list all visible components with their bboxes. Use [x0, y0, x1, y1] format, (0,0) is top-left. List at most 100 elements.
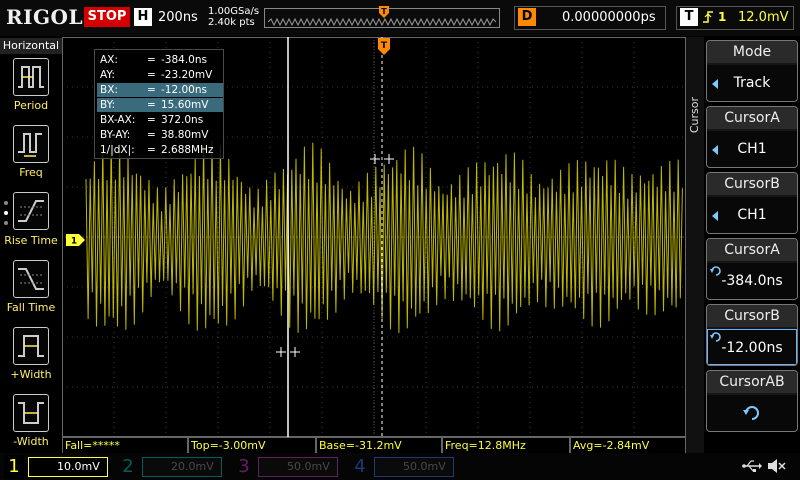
cursor-readout-eq: =	[147, 84, 156, 96]
cursor-readout-eq: =	[147, 54, 156, 66]
cursor-readout-value: 15.60mV	[161, 99, 209, 111]
cursor-readout-key: 1/|dX|:	[100, 144, 135, 156]
trigger-level[interactable]: 12.0mV	[738, 10, 789, 25]
measurement-base[interactable]: Base=-31.2mV	[316, 437, 442, 453]
left-menu-title: Horizontal	[0, 38, 62, 54]
timebase-value[interactable]: 200ns	[158, 10, 198, 25]
right-menu-title-bar: Cursor	[686, 37, 704, 453]
rising-edge-icon	[703, 11, 713, 23]
period-label: Period	[13, 99, 49, 112]
channel-scale[interactable]: 10.0mV	[28, 457, 108, 477]
ch1-offset-marker[interactable]: 1	[66, 234, 86, 246]
cursor-readout-panel: AX: = -384.0ns AY: = -23.20mV BX: = -12.00ns BY: =…	[94, 49, 224, 159]
channel-number: 2	[122, 456, 134, 477]
cursor-menu: Cursor Mode Track CursorA CH1 CursorB CH1 Curs…	[686, 37, 800, 453]
frequency-icon	[18, 133, 42, 157]
menu-title: CursorA	[707, 239, 797, 261]
left-arrow-icon	[712, 211, 718, 221]
trigger-time-marker[interactable]: T	[377, 38, 391, 56]
channel-bar: 1 10.0mV 2 20.0mV 3 50.0mV 4 50.0mV	[0, 453, 800, 480]
negative-width-label: -Width	[13, 435, 49, 448]
channel-scale[interactable]: 20.0mV	[142, 457, 222, 477]
measure-period-button[interactable]	[13, 58, 49, 96]
positive-width-label: +Width	[10, 368, 52, 381]
cursor-readout-key: BX-AX:	[100, 114, 136, 126]
fall-time-label: Fall Time	[6, 301, 56, 314]
cursor-readout-eq: =	[147, 114, 156, 126]
channel-scale[interactable]: 50.0mV	[258, 457, 338, 477]
menu-value: CH1	[707, 197, 797, 233]
measurement-freq[interactable]: Freq=12.8MHz	[442, 437, 570, 453]
cursor-readout-value: -384.0ns	[161, 54, 207, 66]
menu-title: CursorB	[707, 173, 797, 195]
cursor-readout-row: BY: = 15.60mV	[97, 98, 223, 112]
channel-4-slot[interactable]: 4 50.0mV	[350, 455, 458, 479]
cursor-readout-value: 372.0ns	[161, 114, 204, 126]
channel-number: 4	[354, 456, 366, 477]
channel-3-slot[interactable]: 3 50.0mV	[234, 455, 342, 479]
delay-label: D	[518, 8, 536, 26]
freq-label: Freq	[19, 166, 43, 179]
channel-1-slot[interactable]: 1 10.0mV	[4, 455, 112, 479]
menu-title: CursorA	[707, 107, 797, 129]
fall-time-icon	[18, 268, 44, 290]
cursor-readout-eq: =	[147, 69, 156, 81]
multifunction-knob-icon	[743, 406, 759, 420]
delay-value[interactable]: 0.00000000ps	[562, 10, 656, 25]
menu-value	[707, 395, 797, 431]
cursor-readout-eq: =	[147, 144, 156, 156]
measure-negative-width-button[interactable]	[13, 394, 49, 432]
trigger-time-marker-label: T	[381, 41, 388, 51]
cursor-readout-value: -23.20mV	[161, 69, 213, 81]
channel-number: 1	[4, 455, 24, 479]
menu-cursorab-button[interactable]: CursorAB	[706, 370, 798, 432]
trigger-label: T	[680, 8, 698, 26]
cursor-readout-row: BX-AX: = 372.0ns	[97, 113, 223, 127]
menu-mode-button[interactable]: Mode Track	[706, 40, 798, 102]
cursor-readout-value: -12.00ns	[161, 84, 207, 96]
positive-width-icon	[18, 335, 44, 357]
speaker-muted-icon[interactable]	[766, 457, 786, 475]
negative-width-icon	[18, 402, 44, 424]
cursor-readout-row: BY-AY: = 38.80mV	[97, 128, 223, 142]
cursor-readout-row: 1/|dX|: = 2.688MHz	[97, 143, 223, 157]
cursor-readout-key: AX:	[100, 54, 118, 66]
usb-icon	[742, 460, 762, 472]
ch1-offset-marker-label: 1	[71, 237, 77, 247]
trigger-source: 1	[718, 10, 727, 24]
period-icon	[18, 66, 44, 88]
trigger-position-marker: T	[379, 6, 389, 18]
cursor-readout-row: AX: = -384.0ns	[97, 53, 223, 67]
cursor-readout-eq: =	[147, 129, 156, 141]
ch1-waveform	[85, 140, 683, 334]
measure-positive-width-button[interactable]	[13, 327, 49, 365]
menu-cursorb-button[interactable]: CursorB CH1	[706, 172, 798, 234]
cursor-readout-value: 2.688MHz	[161, 144, 214, 156]
measurement-fall[interactable]: Fall=*****	[62, 437, 188, 453]
menu-cursorb-button[interactable]: CursorB -12.00ns	[706, 304, 798, 366]
multifunction-knob-icon	[710, 266, 721, 276]
menu-value: CH1	[707, 131, 797, 167]
measure-rise-time-button[interactable]	[13, 192, 49, 230]
menu-cursora-button[interactable]: CursorA CH1	[706, 106, 798, 168]
right-menu-title: Cursor	[688, 97, 701, 134]
menu-page-dots	[4, 201, 8, 225]
timebase-label: H	[134, 8, 152, 26]
cursor-readout-row: BX: = -12.00ns	[97, 83, 223, 97]
rise-time-label: Rise Time	[4, 234, 58, 247]
horizontal-measure-menu: Horizontal Period Freq Rise Time Fall Ti…	[0, 37, 62, 453]
left-arrow-icon	[712, 79, 718, 89]
measure-freq-button[interactable]	[13, 125, 49, 163]
cursor-readout-key: BX:	[100, 84, 118, 96]
run-stop-status[interactable]: STOP	[84, 7, 130, 27]
channel-scale[interactable]: 50.0mV	[374, 457, 454, 477]
measurement-top[interactable]: Top=-3.00mV	[188, 437, 316, 453]
measurement-bar: Fall=***** Top=-3.00mV Base=-31.2mV Freq…	[62, 437, 686, 453]
channel-2-slot[interactable]: 2 20.0mV	[118, 455, 226, 479]
cursor-readout-key: BY:	[100, 99, 116, 111]
measurement-avg[interactable]: Avg=-2.84mV	[570, 437, 686, 453]
measure-fall-time-button[interactable]	[13, 260, 49, 298]
menu-title: CursorAB	[707, 371, 797, 393]
menu-cursora-button[interactable]: CursorA -384.0ns	[706, 238, 798, 300]
top-status-bar: RIGOL STOP H 200ns 1.00GSa/s 2.40k pts T…	[0, 0, 800, 36]
